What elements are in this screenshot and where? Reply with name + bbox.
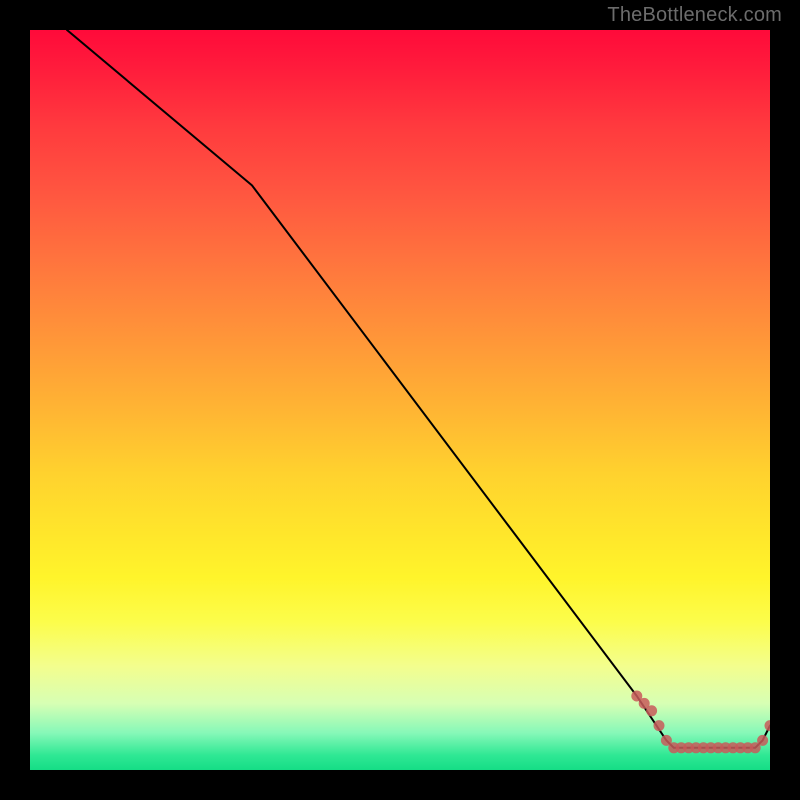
chart-frame: TheBottleneck.com	[0, 0, 800, 800]
main-curve	[67, 30, 770, 748]
marker-dot	[654, 720, 665, 731]
marker-dot	[757, 735, 768, 746]
marker-cluster	[631, 691, 770, 754]
marker-dot	[646, 705, 657, 716]
marker-dot	[765, 720, 771, 731]
chart-overlay	[30, 30, 770, 770]
watermark-text: TheBottleneck.com	[607, 4, 782, 27]
